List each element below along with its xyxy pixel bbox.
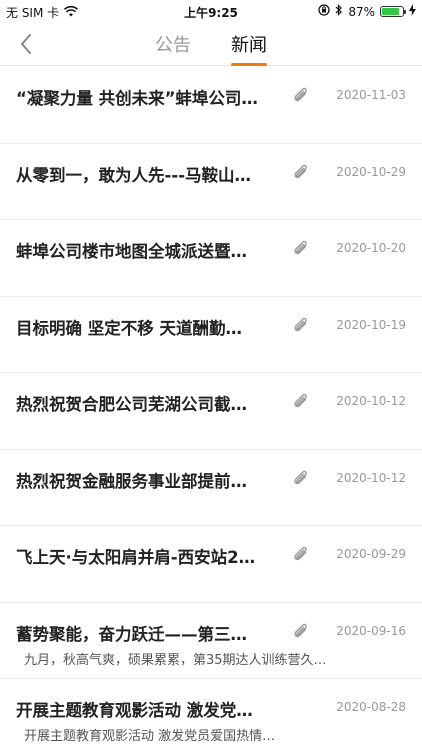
- news-date: 2020-10-29: [336, 164, 406, 179]
- news-title: 飞上天·与太阳肩并肩-西安站2…: [16, 548, 256, 567]
- news-row[interactable]: 蓄势聚能，奋力跃迁——第三… 2020-09-16 九月，秋高气爽，硕果累累，第35…: [0, 603, 422, 679]
- news-row[interactable]: 热烈祝贺金融服务事业部提前… 2020-10-12: [0, 450, 422, 526]
- tab-announcements-label: 公告: [155, 35, 191, 56]
- news-list: “凝聚力量 共创未来”蚌埠公司… 2020-11-03 从零到一，敢为人先---马鞍…: [0, 67, 422, 750]
- active-tab-indicator: [231, 63, 267, 66]
- news-row[interactable]: 目标明确 坚定不移 天道酬勤… 2020-10-19: [0, 297, 422, 373]
- tab-news[interactable]: 新闻: [231, 22, 267, 66]
- news-title: 目标明确 坚定不移 天道酬勤…: [16, 318, 242, 338]
- status-bar: 无 SIM 卡 上午9:25 87%: [0, 0, 422, 22]
- status-right: 87%: [318, 4, 416, 19]
- paperclip-icon: [290, 468, 312, 490]
- news-date: 2020-10-20: [336, 241, 406, 255]
- news-title: 热烈祝贺金融服务事业部提前…: [16, 471, 247, 491]
- news-date: 2020-10-12: [336, 394, 406, 408]
- news-date: 2020-09-16: [336, 623, 406, 638]
- news-row[interactable]: “凝聚力量 共创未来”蚌埠公司… 2020-11-03: [0, 67, 422, 144]
- tab-news-label: 新闻: [231, 35, 267, 56]
- paperclip-icon: [290, 544, 312, 566]
- charging-icon: [409, 4, 416, 19]
- news-title: 从零到一，敢为人先---马鞍山…: [16, 165, 252, 185]
- tab-announcements[interactable]: 公告: [155, 22, 191, 66]
- news-title: 热烈祝贺合肥公司芜湖公司截…: [16, 395, 247, 414]
- news-title: 蚌埠公司楼市地图全城派送暨…: [16, 242, 247, 261]
- news-summary: 九月，秋高气爽，硕果累累，第35期达人训练营久…: [24, 652, 327, 668]
- battery-percent: 87%: [348, 4, 375, 19]
- paperclip-icon: [290, 162, 312, 184]
- orientation-lock-icon: [318, 4, 330, 19]
- news-row[interactable]: 热烈祝贺合肥公司芜湖公司截… 2020-10-12: [0, 373, 422, 450]
- news-title: 蓄势聚能，奋力跃迁——第三…: [16, 624, 247, 644]
- news-row[interactable]: 蚌埠公司楼市地图全城派送暨… 2020-10-20: [0, 220, 422, 297]
- paperclip-icon: [290, 238, 312, 260]
- paperclip-icon: [290, 85, 312, 107]
- news-date: 2020-10-12: [336, 470, 406, 485]
- nav-bar: 公告 新闻: [0, 22, 422, 66]
- paperclip-icon: [290, 391, 312, 413]
- paperclip-icon: [290, 621, 312, 643]
- battery-icon: [380, 6, 406, 17]
- news-summary: 开展主题教育观影活动 激发党员爱国热情…: [24, 729, 276, 744]
- paperclip-icon: [290, 315, 312, 337]
- battery-fill: [382, 8, 400, 15]
- bluetooth-icon: [335, 4, 343, 19]
- tab-bar: 公告 新闻: [0, 22, 422, 66]
- news-date: 2020-08-28: [336, 700, 406, 714]
- news-row[interactable]: 开展主题教育观影活动 激发党… 2020-08-28 开展主题教育观影活动 激发党员…: [0, 679, 422, 750]
- news-title: “凝聚力量 共创未来”蚌埠公司…: [16, 89, 258, 108]
- news-row[interactable]: 从零到一，敢为人先---马鞍山… 2020-10-29: [0, 144, 422, 220]
- news-date: 2020-09-29: [336, 547, 406, 561]
- news-row[interactable]: 飞上天·与太阳肩并肩-西安站2… 2020-09-29: [0, 526, 422, 603]
- news-title: 开展主题教育观影活动 激发党…: [16, 701, 253, 720]
- news-date: 2020-10-19: [336, 317, 406, 332]
- news-date: 2020-11-03: [336, 88, 406, 102]
